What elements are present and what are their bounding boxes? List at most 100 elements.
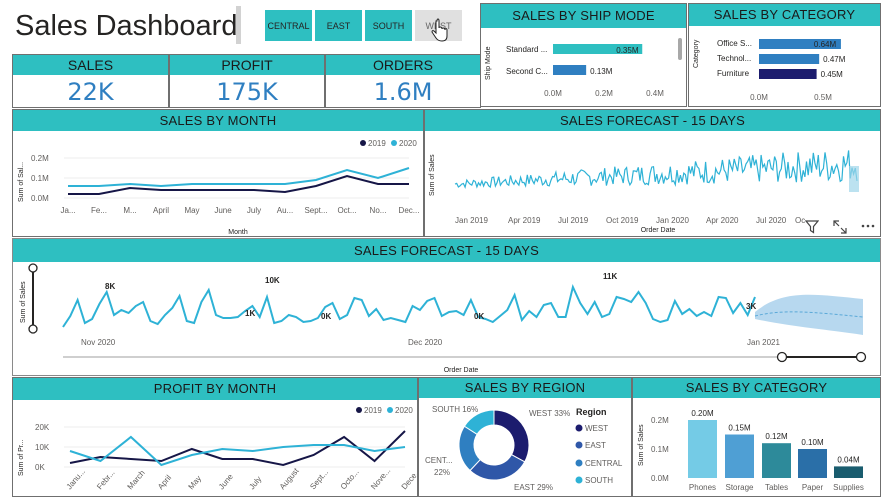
x-tick: June bbox=[214, 206, 232, 215]
legend-marker-west bbox=[575, 424, 583, 432]
x-tick: July bbox=[247, 206, 261, 215]
y-zoom-handle-top[interactable] bbox=[28, 263, 38, 273]
sales-by-month-panel[interactable]: SALES BY MONTH 2019 2020 Sum of Sal... M… bbox=[12, 109, 424, 237]
y-tick: 0.1M bbox=[651, 445, 669, 454]
legend-label: SOUTH bbox=[585, 476, 613, 485]
forecast-small-chart: Sum of Sales Order Date Jan 2019 Apr 2019… bbox=[429, 150, 859, 234]
forecast-small-panel[interactable]: SALES FORECAST - 15 DAYS Sum of Sales Or… bbox=[424, 109, 881, 237]
legend-label: 2019 bbox=[368, 139, 386, 148]
x-tick: August bbox=[278, 466, 301, 491]
axis-title: Category bbox=[693, 39, 700, 68]
ship-mode-chart: Ship Mode Standard ... Second C... 0.35M… bbox=[485, 38, 682, 98]
x-tick: Jan 2019 bbox=[455, 216, 488, 225]
slicer-central-button[interactable]: CENTRAL bbox=[264, 9, 313, 42]
slicer-east-button[interactable]: EAST bbox=[314, 9, 363, 42]
category-top-chart: Category Office S... Technol... Furnitur… bbox=[693, 39, 846, 102]
series-line-2020[interactable] bbox=[69, 435, 406, 467]
x-tick: June bbox=[217, 472, 235, 491]
bar-second-class[interactable] bbox=[553, 65, 587, 75]
bar-tables[interactable] bbox=[762, 443, 791, 478]
sales-by-month-chart: 2019 2020 Sum of Sal... Month 0.2M 0.1M … bbox=[18, 139, 419, 236]
sales-by-region-chart: SOUTH 16% WEST 33% CENT... 22% EAST 29% … bbox=[425, 405, 623, 492]
x-tick: 0.4M bbox=[646, 89, 664, 98]
x-tick: Supplies bbox=[833, 483, 864, 492]
bar-value-label: 0.64M bbox=[814, 40, 837, 49]
slice-label: WEST 33% bbox=[529, 409, 570, 418]
x-tick: Paper bbox=[802, 483, 824, 492]
kpi-value: 1.6M bbox=[373, 78, 433, 106]
legend-marker-east bbox=[575, 441, 583, 449]
scrollbar[interactable] bbox=[678, 38, 682, 60]
kpi-orders-card: ORDERS 1.6M bbox=[325, 54, 481, 108]
x-tick: April bbox=[156, 473, 173, 491]
y-axis-title: Sum of Pr... bbox=[18, 439, 25, 476]
bar-phones[interactable] bbox=[688, 420, 717, 478]
kpi-label: SALES bbox=[13, 55, 168, 75]
legend-label: CENTRAL bbox=[585, 459, 623, 468]
forecast-confidence-band bbox=[755, 294, 863, 335]
x-tick: Nov 2020 bbox=[81, 338, 116, 347]
legend-title: Region bbox=[576, 407, 607, 417]
bar-paper[interactable] bbox=[798, 449, 827, 478]
series-line-2020[interactable] bbox=[68, 167, 410, 188]
x-tick: 0.0M bbox=[544, 89, 562, 98]
x-tick: Au... bbox=[277, 206, 293, 215]
bar-technology[interactable] bbox=[759, 54, 820, 64]
legend-label: 2020 bbox=[399, 139, 417, 148]
legend-label: 2020 bbox=[395, 406, 413, 415]
data-label: 1K bbox=[245, 309, 255, 318]
bar-furniture[interactable] bbox=[759, 69, 817, 79]
x-tick: 0.0M bbox=[750, 93, 768, 102]
x-tick: July bbox=[247, 475, 263, 492]
x-tick: Dec 2020 bbox=[408, 338, 443, 347]
x-tick: Oct 2019 bbox=[606, 216, 639, 225]
forecast-series-line[interactable] bbox=[454, 150, 858, 190]
hand-cursor-icon bbox=[431, 18, 448, 42]
slice-label: 22% bbox=[434, 468, 450, 477]
slicer-south-button[interactable]: SOUTH bbox=[364, 9, 413, 42]
legend-marker-2020 bbox=[387, 407, 393, 413]
y-tick: 20K bbox=[35, 423, 50, 432]
y-axis-title: Sum of Sal... bbox=[18, 162, 25, 202]
x-tick: Apr 2019 bbox=[508, 216, 541, 225]
bar-value-label: 0.10M bbox=[801, 438, 824, 447]
legend-marker-2019 bbox=[360, 140, 366, 146]
kpi-label: ORDERS bbox=[326, 55, 480, 75]
more-options-icon[interactable] bbox=[860, 222, 876, 230]
sales-by-region-panel[interactable]: SALES BY REGION SOUTH 16% WEST 33% CENT.… bbox=[418, 377, 632, 497]
profit-by-month-panel[interactable]: PROFIT BY MONTH 2019 2020 Sum of Pr... 2… bbox=[12, 377, 418, 497]
y-axis-title: Sum of Sales bbox=[638, 424, 645, 466]
category-bottom-panel[interactable]: SALES BY CATEGORY Sum of Sales 0.2M 0.1M… bbox=[632, 377, 881, 497]
x-tick: 0.2M bbox=[595, 89, 613, 98]
category-bottom-chart: Sum of Sales 0.2M 0.1M 0.0M 0.20M Phones 0… bbox=[638, 409, 864, 492]
x-tick: Tables bbox=[765, 483, 788, 492]
bar-storage[interactable] bbox=[725, 434, 754, 479]
bar-value-label: 0.47M bbox=[823, 55, 846, 64]
bar-value-label: 0.12M bbox=[765, 432, 788, 441]
data-label: 10K bbox=[265, 276, 280, 285]
bar-value-label: 0.04M bbox=[837, 455, 860, 464]
y-zoom-handle-bottom[interactable] bbox=[28, 324, 38, 334]
filter-icon[interactable] bbox=[805, 220, 819, 234]
x-tick: Jul 2020 bbox=[756, 216, 787, 225]
kpi-value: 22K bbox=[67, 78, 114, 106]
kpi-label: PROFIT bbox=[170, 55, 324, 75]
legend-marker-south bbox=[575, 476, 583, 484]
category-top-panel[interactable]: SALES BY CATEGORY Category Office S... T… bbox=[688, 3, 881, 107]
x-tick: Jan 2020 bbox=[656, 216, 689, 225]
bar-value-label: 0.35M bbox=[616, 46, 639, 55]
bar-supplies[interactable] bbox=[834, 466, 863, 478]
kpi-sales-card: SALES 22K bbox=[12, 54, 169, 108]
forecast-large-panel[interactable]: SALES FORECAST - 15 DAYS Sum of Sales No… bbox=[12, 238, 881, 376]
x-tick: Fe... bbox=[91, 206, 107, 215]
forecast-band bbox=[849, 166, 859, 192]
slice-label: SOUTH 16% bbox=[432, 405, 478, 414]
x-zoom-handle-right[interactable] bbox=[855, 351, 867, 363]
y-axis-title: Sum of Sales bbox=[429, 154, 436, 196]
ship-mode-panel[interactable]: SALES BY SHIP MODE Ship Mode Standard ..… bbox=[480, 3, 687, 107]
x-tick: May bbox=[186, 474, 203, 491]
x-tick: Jul 2019 bbox=[558, 216, 589, 225]
focus-mode-icon[interactable] bbox=[833, 220, 847, 234]
x-zoom-handle-left[interactable] bbox=[776, 351, 788, 363]
sales-series-line[interactable] bbox=[62, 283, 756, 328]
